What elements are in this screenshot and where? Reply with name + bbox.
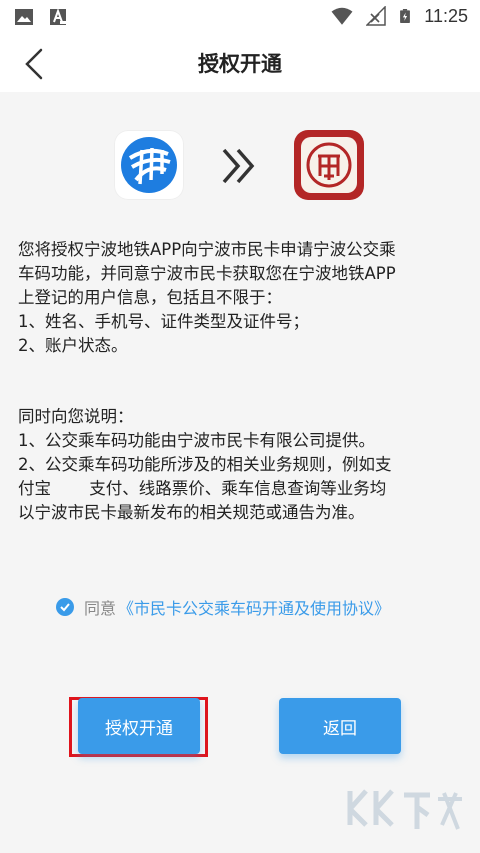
status-bar: 11:25 [0,0,480,34]
service-notice: 同时向您说明： 1、公交乘车码功能由宁波市民卡有限公司提供。 2、公交乘车码功能… [18,405,464,525]
image-icon [15,9,33,25]
description-line: 车码功能，并同意宁波市民卡获取您在宁波地铁APP [18,264,396,283]
header: 授权开通 [0,34,480,92]
metro-logo-icon [121,137,177,193]
description-line: 您将授权宁波地铁APP向宁波市民卡申请宁波公交乘 [18,240,396,259]
notice-line: 1、公交乘车码功能由宁波市民卡有限公司提供。 [18,431,375,450]
watermark-logo [347,789,462,830]
citizen-card-logo [294,130,364,200]
no-signal-icon [366,6,387,26]
citizen-card-icon [301,137,357,193]
agreement-checkbox[interactable] [56,598,74,616]
metro-app-logo [114,130,184,200]
agreement-link[interactable]: 《市民卡公交乘车码开通及使用协议》 [118,595,390,619]
main-content: 您将授权宁波地铁APP向宁波市民卡申请宁波公交乘 车码功能，并同意宁波市民卡获取… [0,92,480,853]
wifi-icon [331,7,353,25]
double-chevron-right-icon [222,148,255,184]
return-button[interactable]: 返回 [279,698,401,754]
status-time: 11:25 [424,5,468,26]
battery-charging-icon [400,9,411,23]
agreement-prefix: 同意 [84,599,117,618]
check-icon [60,603,70,612]
agreement-row: 同意 《市民卡公交乘车码开通及使用协议》 [56,596,390,618]
page-title: 授权开通 [198,52,282,76]
notice-line: 同时向您说明： [18,407,134,426]
notice-line: 以宁波市民卡最新发布的相关规范或通告为准。 [18,503,365,522]
notice-line: 2、公交乘车码功能所涉及的相关业务规则，例如支 [18,455,392,474]
notice-line: 付宝 支付、线路票价、乘车信息查询等业务均 [18,479,387,498]
logo-row [0,130,480,200]
authorization-description: 您将授权宁波地铁APP向宁波市民卡申请宁波公交乘 车码功能，并同意宁波市民卡获取… [18,238,464,358]
status-right: 11:25 [330,5,468,27]
authorize-button[interactable]: 授权开通 [78,698,200,754]
font-icon [50,8,66,25]
description-line: 2、账户状态。 [18,336,128,355]
description-line: 1、姓名、手机号、证件类型及证件号； [18,312,309,331]
status-left [14,7,68,27]
description-line: 上登记的用户信息，包括且不限于： [18,288,282,307]
